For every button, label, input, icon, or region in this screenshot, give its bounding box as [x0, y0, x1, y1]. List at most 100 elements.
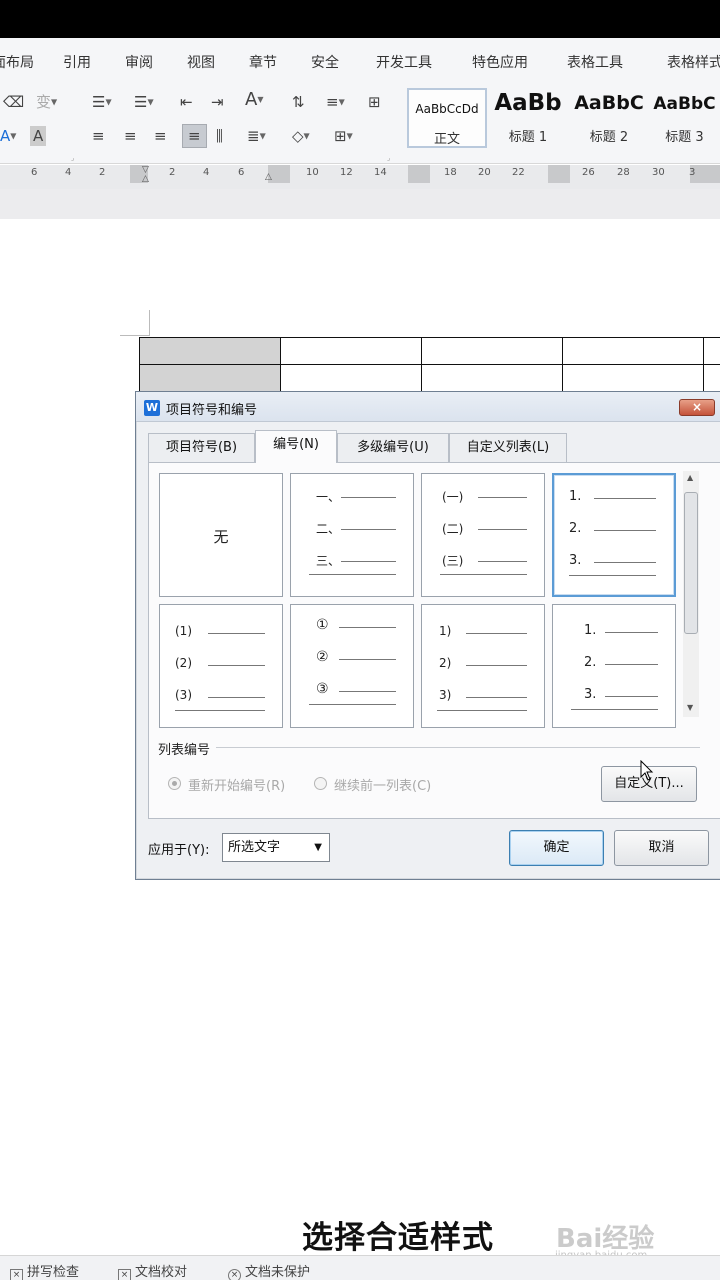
numbering-option-chinese[interactable]: 一、 二、 三、 [290, 473, 414, 597]
align-left-icon[interactable]: ≡ [92, 126, 105, 146]
page-gap [0, 189, 720, 219]
tab-bullets[interactable]: 项目符号(B) [148, 433, 255, 462]
table-cell[interactable] [280, 338, 421, 365]
hanging-indent-icon[interactable]: △ [142, 174, 149, 184]
table-cell[interactable] [280, 365, 421, 392]
align-right-icon[interactable]: ≡ [154, 126, 167, 146]
apply-to-label: 应用于(Y): [148, 843, 210, 858]
tab-references[interactable]: 引用 [63, 52, 91, 72]
apply-to-select[interactable]: 所选文字 ▼ [222, 833, 330, 862]
paragraph-spacing-icon[interactable]: ≣▼ [247, 126, 266, 147]
scroll-up-icon[interactable]: ▲ [687, 473, 693, 482]
style-heading1-sample: AaBb [494, 90, 562, 116]
tab-section[interactable]: 章节 [249, 52, 277, 72]
tab-table-styles[interactable]: 表格样式 [667, 52, 720, 72]
spell-check-status[interactable]: × 拼写检查 [10, 1261, 79, 1280]
table-cell[interactable] [703, 365, 720, 392]
tab-view[interactable]: 视图 [187, 52, 215, 72]
tab-developer[interactable]: 开发工具 [376, 52, 432, 72]
tab-custom-list[interactable]: 自定义列表(L) [449, 433, 567, 462]
eraser-icon[interactable]: ⌫ [3, 92, 24, 112]
option-marker: 3. [569, 553, 582, 568]
numbering-option-none[interactable]: 无 [159, 473, 283, 597]
style-heading1[interactable]: AaBb 标题 1 [487, 88, 569, 148]
dialog-titlebar[interactable]: W 项目符号和编号 × [136, 392, 720, 422]
char-shading-icon[interactable]: A [30, 126, 47, 146]
tab-numbering[interactable]: 编号(N) [255, 430, 337, 463]
table-cell[interactable] [703, 338, 720, 365]
restart-numbering-radio[interactable] [168, 777, 181, 790]
style-heading1-label: 标题 1 [508, 130, 548, 145]
list-numbering-label: 列表编号 [158, 743, 211, 758]
fill-color-icon[interactable]: ◇▼ [292, 126, 310, 147]
tab-table-tools[interactable]: 表格工具 [567, 52, 623, 72]
tab-page-layout[interactable]: 页面布局 [0, 52, 34, 72]
proofread-status[interactable]: × 文档校对 [118, 1261, 187, 1280]
table-cell[interactable] [421, 365, 562, 392]
font-size-icon[interactable]: A▼ [245, 90, 263, 110]
numbering-option-paren-chinese[interactable]: (一) (二) (三) [421, 473, 545, 597]
decrease-indent-icon[interactable]: ⇤ [180, 92, 193, 112]
table-cell[interactable] [562, 365, 703, 392]
tab-security[interactable]: 安全 [311, 52, 339, 72]
style-heading2[interactable]: AaBbC 标题 2 [569, 88, 649, 148]
option-marker: 2) [439, 656, 452, 670]
option-marker: 三、 [316, 554, 341, 568]
paragraph-group-launcher-icon[interactable]: ⌟ [387, 154, 390, 162]
protect-status[interactable]: × 文档未保护 [228, 1261, 310, 1280]
numbering-option-indented-dotted[interactable]: 1. 2. 3. [552, 604, 676, 728]
tab-multilevel[interactable]: 多级编号(U) [337, 433, 449, 462]
style-normal-label: 正文 [433, 132, 460, 147]
font-color-icon[interactable]: A▼ [0, 126, 16, 147]
tab-review[interactable]: 审阅 [125, 52, 153, 72]
borders-icon[interactable]: ⊞▼ [334, 126, 353, 147]
ruler-number: 30 [652, 167, 665, 178]
style-normal[interactable]: AaBbCcDd 正文 [407, 88, 487, 148]
horizontal-ruler[interactable]: 6 4 2 2 4 6 10 12 14 18 20 22 26 28 30 3… [0, 165, 720, 189]
numbering-icon[interactable]: ☰▼ [134, 92, 154, 113]
option-marker: (一) [442, 490, 464, 504]
wps-app-icon: W [144, 400, 160, 416]
bullets-icon[interactable]: ☰▼ [92, 92, 112, 113]
phonetic-guide-icon[interactable]: 变▼ [36, 92, 57, 113]
ok-button[interactable]: 确定 [509, 830, 604, 866]
cancel-button[interactable]: 取消 [614, 830, 709, 866]
table-cell[interactable] [421, 338, 562, 365]
table-cell[interactable] [139, 338, 280, 365]
continue-list-radio[interactable] [314, 777, 327, 790]
align-center-icon[interactable]: ≡ [124, 126, 137, 146]
ruler-number: 14 [374, 167, 387, 178]
tab-special-apps[interactable]: 特色应用 [472, 52, 528, 72]
numbering-option-half-paren[interactable]: 1) 2) 3) [421, 604, 545, 728]
right-indent-icon[interactable]: △ [265, 172, 272, 182]
margin-corner-mark [149, 310, 150, 336]
close-button[interactable]: × [679, 399, 715, 416]
proofread-label: 文档校对 [135, 1265, 188, 1280]
numbering-option-paren-number[interactable]: (1) (2) (3) [159, 604, 283, 728]
chevron-down-icon: ▼ [314, 842, 322, 853]
table-cell[interactable] [139, 365, 280, 392]
status-bar: × 拼写检查 × 文档校对 × 文档未保护 [0, 1255, 720, 1280]
font-group-launcher-icon[interactable]: ⌟ [71, 154, 74, 162]
document-table[interactable] [139, 337, 720, 392]
table-cell[interactable] [562, 338, 703, 365]
numbering-option-circled[interactable]: ① ② ③ [290, 604, 414, 728]
line-spacing-icon[interactable]: ≡▼ [326, 92, 345, 113]
sort-icon[interactable]: ⇅ [292, 92, 305, 112]
apply-to-value: 所选文字 [228, 840, 281, 855]
distributed-icon[interactable]: ⫼ [216, 126, 223, 146]
option-marker: (1) [175, 624, 192, 638]
style-normal-sample: AaBbCcDd [415, 102, 479, 116]
justify-icon[interactable]: ≡ [182, 124, 207, 148]
table-insert-icon[interactable]: ⊞ [368, 92, 381, 112]
increase-indent-icon[interactable]: ⇥ [211, 92, 224, 112]
numbering-option-dotted[interactable]: 1. 2. 3. [552, 473, 676, 597]
ruler-column-marker [408, 165, 430, 183]
style-heading3[interactable]: AaBbC 标题 3 [649, 88, 720, 148]
spell-check-icon: × [10, 1269, 23, 1280]
options-scrollbar[interactable]: ▲ ▼ [683, 471, 699, 717]
mouse-cursor-icon [640, 760, 654, 781]
ruler-number: 12 [340, 167, 353, 178]
scroll-down-icon[interactable]: ▼ [687, 703, 693, 712]
scroll-thumb[interactable] [684, 492, 698, 634]
